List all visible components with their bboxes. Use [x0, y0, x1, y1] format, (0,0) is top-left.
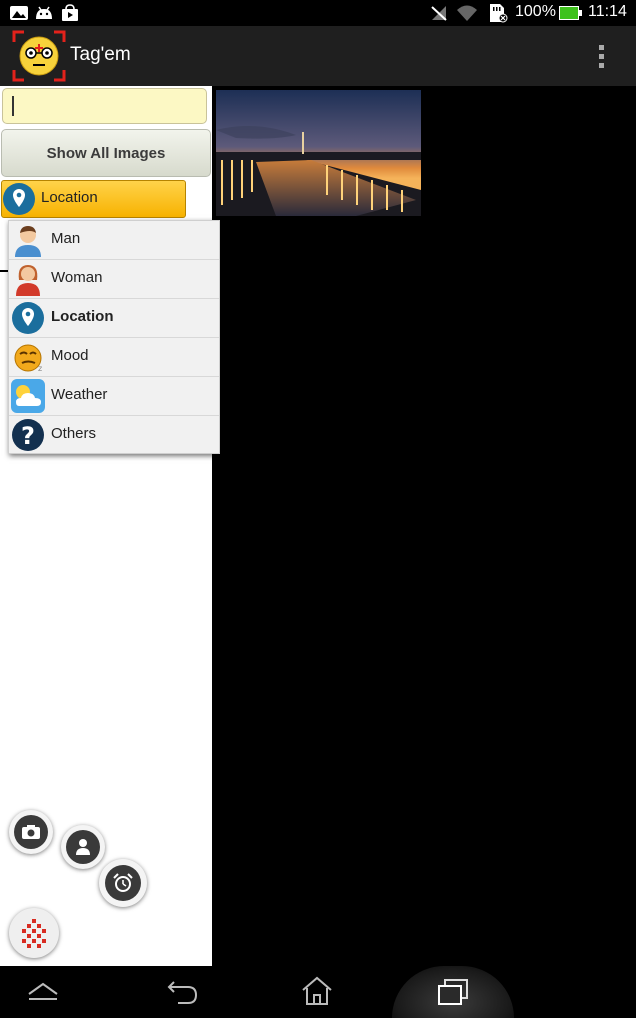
show-all-images-button[interactable]: Show All Images	[1, 129, 211, 177]
home-icon[interactable]	[300, 974, 334, 1008]
category-dropdown: Man Woman Location z Mood Weather ? Othe…	[8, 220, 220, 454]
search-input[interactable]	[2, 88, 207, 124]
clock: 11:14	[588, 3, 627, 20]
svg-text:?: ?	[21, 422, 35, 450]
dropdown-item-label: Mood	[51, 347, 89, 364]
battery-icon	[559, 6, 582, 20]
location-icon	[3, 183, 35, 215]
spinner-selected-label: Location	[41, 189, 98, 206]
location-icon	[12, 302, 44, 334]
divider	[0, 270, 8, 272]
alarm-button[interactable]	[99, 859, 147, 907]
question-icon: ?	[12, 419, 44, 451]
camera-icon	[22, 825, 40, 839]
dropdown-item-man[interactable]: Man	[9, 221, 219, 260]
weather-icon	[11, 379, 45, 413]
dropdown-item-label: Woman	[51, 269, 103, 286]
dropdown-item-label: Location	[51, 308, 114, 325]
recent-apps-icon[interactable]	[436, 978, 472, 1008]
store-icon	[62, 4, 78, 21]
app-title: Tag'em	[70, 44, 131, 65]
camera-button[interactable]	[9, 810, 53, 854]
status-bar: 100% 11:14	[0, 0, 636, 26]
man-icon	[15, 226, 41, 257]
svg-text:z: z	[38, 364, 42, 373]
gallery-icon	[10, 6, 28, 20]
android-icon	[36, 6, 52, 19]
dropdown-item-label: Others	[51, 425, 97, 442]
menu-fab[interactable]	[9, 908, 59, 958]
app-logo-icon[interactable]	[12, 30, 66, 82]
person-icon	[76, 839, 90, 855]
text-cursor	[12, 96, 14, 116]
dropdown-item-label: Man	[51, 230, 81, 247]
dropdown-item-woman[interactable]: Woman	[9, 260, 219, 299]
person-button[interactable]	[61, 825, 105, 869]
dropdown-item-weather[interactable]: Weather	[9, 377, 219, 416]
image-thumbnail[interactable]	[216, 90, 421, 216]
sd-card-icon	[490, 4, 508, 23]
alarm-icon	[113, 873, 133, 892]
dropdown-item-label: Weather	[51, 386, 108, 403]
battery-percent: 100%	[515, 3, 556, 20]
wifi-icon	[457, 5, 477, 21]
grid-menu-icon	[22, 919, 46, 948]
dropdown-item-mood[interactable]: z Mood	[9, 338, 219, 377]
dropdown-item-location[interactable]: Location	[9, 299, 219, 338]
mood-icon: z	[14, 344, 42, 373]
nav-up-icon[interactable]	[26, 980, 60, 1002]
signal-off-icon	[431, 6, 447, 21]
woman-icon	[16, 265, 40, 296]
back-icon[interactable]	[166, 976, 200, 1006]
overflow-menu-icon[interactable]	[596, 44, 606, 70]
dropdown-item-others[interactable]: ? Others	[9, 416, 219, 455]
